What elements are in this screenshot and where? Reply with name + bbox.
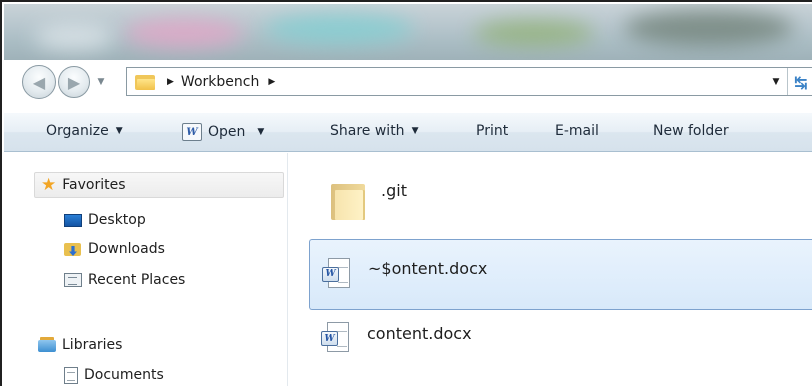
open-button[interactable]: W Open ▼ <box>182 123 264 141</box>
nav-item-label: Desktop <box>88 212 146 228</box>
breadcrumb-separator-icon[interactable]: ▶ <box>167 77 174 87</box>
forward-arrow-icon: ▶ <box>67 72 81 92</box>
documents-icon <box>64 366 78 384</box>
folder-icon <box>331 180 367 220</box>
nav-item-libraries[interactable]: Libraries <box>38 333 122 357</box>
list-item-content-docx[interactable]: W content.docx <box>309 313 812 365</box>
share-with-label: Share with <box>330 123 405 139</box>
new-folder-button[interactable]: New folder <box>653 123 729 139</box>
list-item-git[interactable]: .git <box>309 170 812 230</box>
nav-item-label: Recent Places <box>88 272 186 288</box>
title-glass-area <box>4 4 812 60</box>
list-item-temp-docx[interactable]: W ~$ontent.docx <box>309 239 812 310</box>
recent-places-icon <box>64 273 82 287</box>
back-arrow-icon: ◀ <box>32 72 46 92</box>
refresh-button[interactable]: ↹ <box>790 71 812 93</box>
nav-item-label: Documents <box>84 367 164 383</box>
address-divider <box>787 68 788 95</box>
file-name: content.docx <box>367 323 472 343</box>
recent-pages-dropdown[interactable]: ▼ <box>94 73 108 91</box>
downloads-icon <box>64 241 82 257</box>
nav-item-label: Favorites <box>62 177 126 193</box>
desktop-icon <box>64 214 82 227</box>
open-label: Open <box>208 124 246 140</box>
print-button[interactable]: Print <box>476 123 508 139</box>
star-icon: ★ <box>41 175 57 195</box>
email-button[interactable]: E-mail <box>555 123 599 139</box>
word-document-icon: W <box>321 322 351 356</box>
nav-item-documents[interactable]: Documents <box>64 363 164 386</box>
chevron-down-icon: ▼ <box>257 127 265 137</box>
breadcrumb-separator-icon[interactable]: ▶ <box>268 77 275 87</box>
breadcrumb-workbench[interactable]: Workbench <box>181 74 259 90</box>
word-icon: W <box>182 123 202 141</box>
navigation-pane: ★ Favorites Desktop Downloads Recent Pla… <box>4 153 288 386</box>
explorer-window: ◀ ▶ ▼ ▶ Workbench ▶ ▼ ↹ Organize ▼ W Open… <box>0 0 812 386</box>
chevron-down-icon: ▼ <box>411 126 419 136</box>
chevron-down-icon: ▼ <box>115 126 123 136</box>
address-history-dropdown[interactable]: ▼ <box>768 72 784 92</box>
back-button[interactable]: ◀ <box>22 65 56 99</box>
print-label: Print <box>476 123 509 139</box>
new-folder-label: New folder <box>653 123 729 139</box>
refresh-icon: ↹ <box>794 72 808 92</box>
forward-button[interactable]: ▶ <box>58 66 90 98</box>
nav-item-recent-places[interactable]: Recent Places <box>64 268 185 292</box>
command-toolbar: Organize ▼ W Open ▼ Share with ▼ Print E-ma… <box>4 112 812 152</box>
address-bar[interactable]: ▶ Workbench ▶ ▼ ↹ <box>126 67 812 96</box>
nav-item-desktop[interactable]: Desktop <box>64 208 146 232</box>
word-document-icon: W <box>322 257 352 292</box>
nav-item-favorites[interactable]: ★ Favorites <box>34 172 284 198</box>
organize-button[interactable]: Organize ▼ <box>46 123 123 139</box>
nav-item-label: Libraries <box>62 337 123 353</box>
file-name: .git <box>381 180 407 200</box>
nav-item-downloads[interactable]: Downloads <box>64 237 165 261</box>
libraries-icon <box>38 337 56 353</box>
share-with-button[interactable]: Share with ▼ <box>330 123 418 139</box>
file-list: .git W ~$ontent.docx W content.docx <box>289 153 812 386</box>
nav-item-label: Downloads <box>88 241 165 257</box>
email-label: E-mail <box>555 123 599 139</box>
chevron-down-icon: ▼ <box>772 77 780 87</box>
organize-label: Organize <box>46 123 109 139</box>
file-name: ~$ontent.docx <box>368 259 488 278</box>
navigation-buttons: ◀ ▶ ▼ <box>22 65 130 99</box>
folder-icon <box>135 73 157 91</box>
chevron-down-icon: ▼ <box>97 77 105 87</box>
